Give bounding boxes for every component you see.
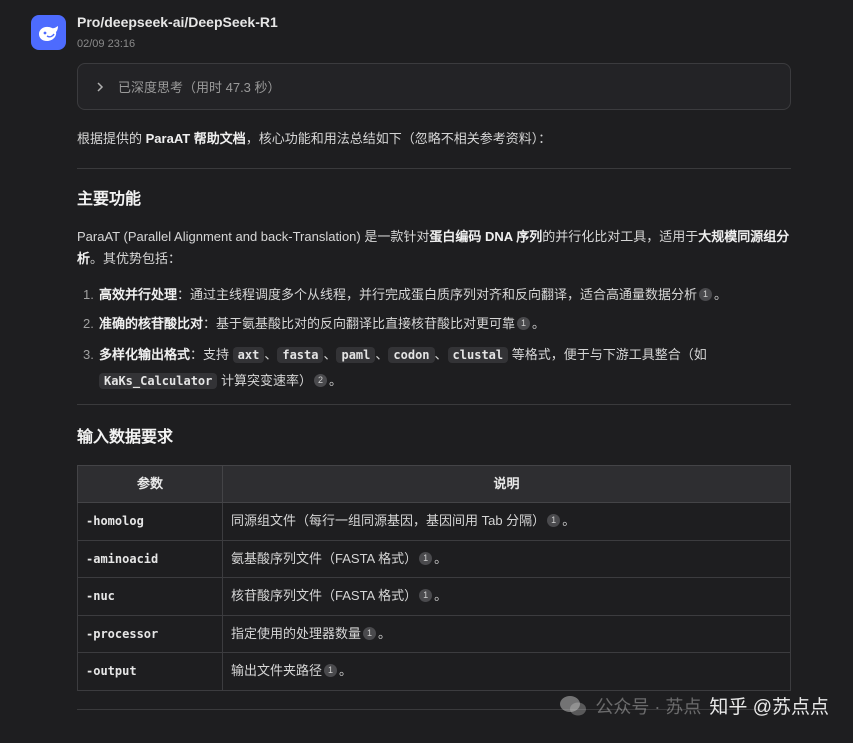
table-row: -output 输出文件夹路径 1。 bbox=[77, 652, 791, 691]
param-cell: -homolog bbox=[77, 502, 223, 541]
features-description: ParaAT (Parallel Alignment and back-Tran… bbox=[77, 226, 791, 270]
intro-paragraph: 根据提供的 ParaAT 帮助文档，核心功能和用法总结如下（忽略不相关参考资料）… bbox=[77, 128, 791, 150]
citation-badge[interactable]: 2 bbox=[314, 374, 327, 387]
column-header-param: 参数 bbox=[77, 465, 223, 503]
desc-text: 同源组文件（每行一组同源基因，基因间用 Tab 分隔） bbox=[231, 513, 546, 529]
item-end: 。 bbox=[532, 316, 546, 331]
format-code-fasta: fasta bbox=[277, 347, 324, 363]
table-row: -homolog 同源组文件（每行一组同源基因，基因间用 Tab 分隔） 1。 bbox=[77, 502, 791, 541]
item-text: ：通过主线程调度多个从线程，并行完成蛋白质序列对齐和反向翻译，适合高通量数据分析 bbox=[177, 287, 698, 302]
param-cell: -processor bbox=[77, 614, 223, 653]
citation-badge[interactable]: 1 bbox=[547, 514, 561, 528]
param-cell: -output bbox=[77, 652, 223, 691]
column-header-desc: 说明 bbox=[222, 465, 791, 503]
desc-text-1: ParaAT (Parallel Alignment and back-Tran… bbox=[77, 229, 430, 244]
desc-end: 。 bbox=[339, 663, 353, 679]
citation-badge[interactable]: 1 bbox=[419, 551, 433, 565]
item-text: 计算突变速率） bbox=[217, 373, 312, 388]
watermark-faint-text: 公众号 · 苏点 bbox=[595, 696, 702, 717]
divider bbox=[77, 404, 791, 405]
item-end: 。 bbox=[714, 287, 728, 302]
table-row: -processor 指定使用的处理器数量 1。 bbox=[77, 614, 791, 653]
item-text: 等格式，便于与下游工具整合（如 bbox=[508, 347, 707, 362]
section-title-input: 输入数据要求 bbox=[77, 429, 174, 446]
item-text: ：支持 bbox=[190, 347, 233, 362]
desc-text: 氨基酸序列文件（FASTA 格式） bbox=[231, 550, 418, 566]
desc-end: 。 bbox=[562, 513, 576, 529]
format-code-clustal: clustal bbox=[447, 347, 509, 363]
desc-cell: 氨基酸序列文件（FASTA 格式） 1。 bbox=[222, 539, 791, 578]
desc-cell: 同源组文件（每行一组同源基因，基因间用 Tab 分隔） 1。 bbox=[222, 502, 791, 541]
desc-bold-1: 蛋白编码 DNA 序列 bbox=[429, 229, 543, 244]
format-code-paml: paml bbox=[336, 347, 376, 363]
separator: 、 bbox=[375, 347, 389, 362]
desc-cell: 核苷酸序列文件（FASTA 格式） 1。 bbox=[222, 577, 791, 616]
citation-badge[interactable]: 1 bbox=[419, 589, 433, 603]
item-bold: 准确的核苷酸比对 bbox=[99, 316, 204, 331]
desc-text-2: 的并行化比对工具，适用于 bbox=[542, 229, 699, 244]
list-item: 3. 多样化输出格式：支持 axt、 fasta、 paml、 codon、 clusta… bbox=[77, 342, 791, 394]
list-number: 3. bbox=[83, 347, 94, 362]
message-timestamp: 02/09 23:16 bbox=[77, 38, 136, 50]
desc-text: 指定使用的处理器数量 bbox=[231, 625, 362, 641]
desc-end: 。 bbox=[378, 625, 392, 641]
thinking-label: 已深度思考（用时 47.3 秒） bbox=[118, 80, 281, 95]
citation-badge[interactable]: 1 bbox=[363, 626, 377, 640]
desc-end: 。 bbox=[434, 550, 448, 566]
desc-cell: 输出文件夹路径 1。 bbox=[222, 652, 791, 691]
desc-text: 核苷酸序列文件（FASTA 格式） bbox=[231, 588, 418, 604]
desc-cell: 指定使用的处理器数量 1。 bbox=[222, 614, 791, 653]
citation-badge[interactable]: 1 bbox=[517, 317, 531, 330]
chevron-right-icon bbox=[97, 81, 104, 92]
citation-badge[interactable]: 1 bbox=[324, 664, 338, 678]
table-row: -aminoacid 氨基酸序列文件（FASTA 格式） 1。 bbox=[77, 539, 791, 578]
wechat-icon bbox=[560, 695, 587, 715]
table-header-row: 参数 说明 bbox=[77, 465, 791, 503]
deepseek-whale-icon bbox=[38, 25, 58, 41]
intro-text-2: ，核心功能和用法总结如下（忽略不相关参考资料）： bbox=[245, 131, 552, 146]
table-row: -nuc 核苷酸序列文件（FASTA 格式） 1。 bbox=[77, 577, 791, 616]
desc-text: 输出文件夹路径 bbox=[231, 663, 323, 679]
desc-text-3: 。其优势包括： bbox=[90, 251, 182, 266]
message-content: 根据提供的 ParaAT 帮助文档，核心功能和用法总结如下（忽略不相关参考资料）… bbox=[77, 128, 791, 710]
separator: 、 bbox=[323, 347, 337, 362]
format-code-axt: axt bbox=[232, 347, 265, 363]
list-item: 1. 高效并行处理：通过主线程调度多个从线程，并行完成蛋白质序列对齐和反向翻译，适… bbox=[77, 284, 791, 306]
param-cell: -nuc bbox=[77, 577, 223, 616]
item-end: 。 bbox=[329, 373, 343, 388]
intro-text-1: 根据提供的 bbox=[77, 131, 146, 146]
separator: 、 bbox=[264, 347, 278, 362]
item-bold: 高效并行处理 bbox=[99, 287, 178, 302]
watermark: 公众号 · 苏点 知乎 @苏点点 bbox=[559, 692, 829, 719]
param-cell: -aminoacid bbox=[77, 539, 223, 578]
features-list: 1. 高效并行处理：通过主线程调度多个从线程，并行完成蛋白质序列对齐和反向翻译，适… bbox=[77, 284, 791, 394]
thinking-toggle[interactable]: 已深度思考（用时 47.3 秒） bbox=[77, 63, 791, 110]
list-number: 2. bbox=[83, 316, 94, 331]
watermark-main-text: 知乎 @苏点点 bbox=[709, 697, 829, 718]
tool-code-kaks: KaKs_Calculator bbox=[99, 373, 218, 389]
list-item: 2. 准确的核苷酸比对：基于氨基酸比对的反向翻译比直接核苷酸比对更可靠 1。 bbox=[77, 313, 791, 335]
separator: 、 bbox=[434, 347, 448, 362]
divider bbox=[77, 168, 791, 169]
list-number: 1. bbox=[83, 287, 94, 302]
intro-bold: ParaAT 帮助文档 bbox=[145, 131, 246, 146]
model-name: Pro/deepseek-ai/DeepSeek-R1 bbox=[77, 14, 278, 30]
item-text: ：基于氨基酸比对的反向翻译比直接核苷酸比对更可靠 bbox=[203, 316, 516, 331]
section-title-features: 主要功能 bbox=[77, 191, 142, 208]
format-code-codon: codon bbox=[388, 347, 435, 363]
citation-badge[interactable]: 1 bbox=[699, 288, 713, 301]
deepseek-avatar bbox=[31, 15, 66, 50]
desc-end: 。 bbox=[434, 588, 448, 604]
item-bold: 多样化输出格式 bbox=[99, 347, 191, 362]
params-table: 参数 说明 -homolog 同源组文件（每行一组同源基因，基因间用 Tab 分… bbox=[77, 465, 791, 691]
